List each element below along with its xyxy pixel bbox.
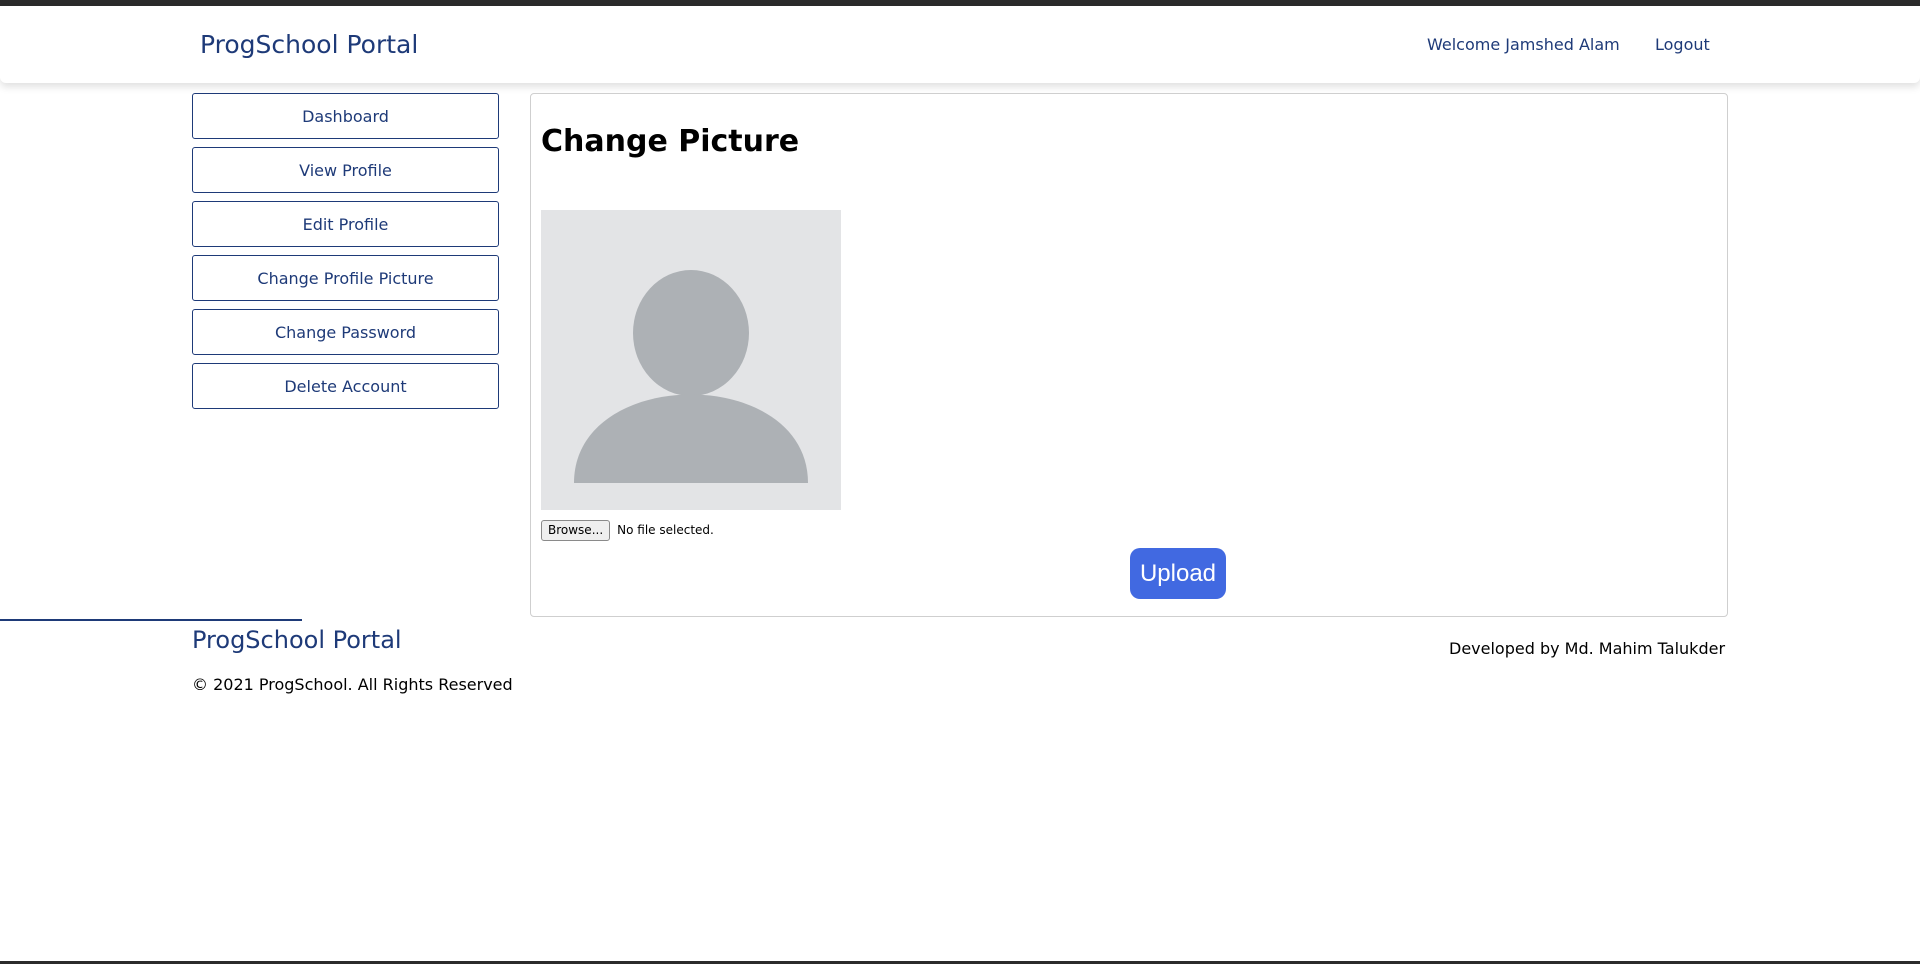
- logout-link[interactable]: Logout: [1655, 35, 1710, 54]
- page-title: Change Picture: [541, 124, 800, 159]
- brand-link[interactable]: ProgSchool Portal: [200, 30, 418, 59]
- browse-button[interactable]: Browse...: [541, 519, 611, 541]
- footer-brand: ProgSchool Portal: [192, 626, 402, 654]
- sidebar-menu: Dashboard View Profile Edit Profile Chan…: [192, 93, 499, 417]
- footer-copyright: © 2021 ProgSchool. All Rights Reserved: [192, 675, 513, 694]
- file-input: Browse... No file selected.: [541, 519, 714, 541]
- file-status-text: No file selected.: [617, 523, 714, 537]
- sidebar-item-change-profile-picture[interactable]: Change Profile Picture: [192, 255, 499, 301]
- sidebar-item-change-password[interactable]: Change Password: [192, 309, 499, 355]
- upload-button[interactable]: Upload: [1130, 548, 1226, 599]
- footer-developer-credit: Developed by Md. Mahim Talukder: [1449, 639, 1726, 658]
- user-silhouette-icon: [574, 270, 808, 483]
- footer-divider: [0, 619, 302, 621]
- avatar-preview: [541, 210, 841, 510]
- sidebar-item-edit-profile[interactable]: Edit Profile: [192, 201, 499, 247]
- sidebar-item-dashboard[interactable]: Dashboard: [192, 93, 499, 139]
- welcome-user-link[interactable]: Welcome Jamshed Alam: [1427, 35, 1620, 54]
- change-picture-panel: Change Picture Browse... No file selecte…: [530, 93, 1728, 617]
- sidebar-item-delete-account[interactable]: Delete Account: [192, 363, 499, 409]
- top-navbar: ProgSchool Portal Welcome Jamshed Alam L…: [0, 6, 1920, 83]
- sidebar-item-view-profile[interactable]: View Profile: [192, 147, 499, 193]
